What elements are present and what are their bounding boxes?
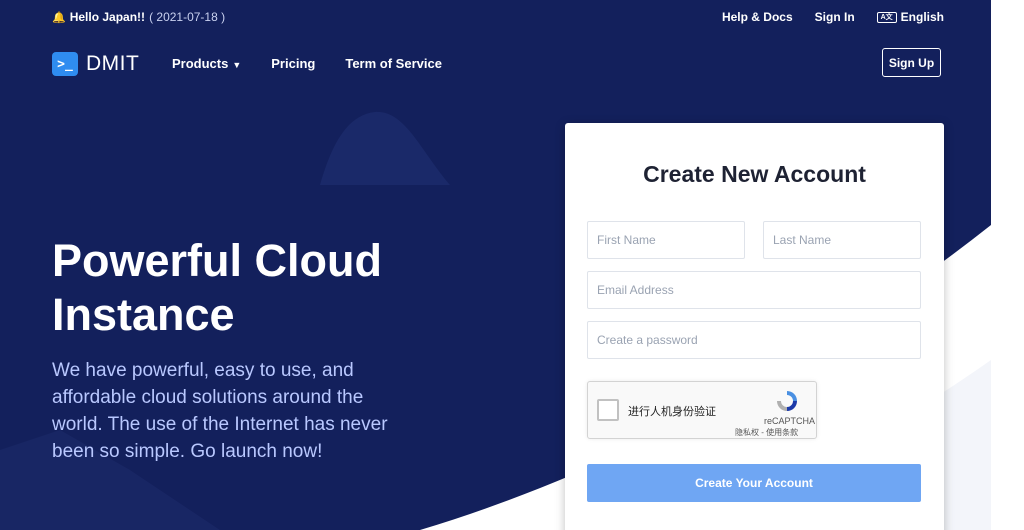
language-label: English <box>900 10 944 24</box>
nav-links: Products ▼ Pricing Term of Service <box>172 56 442 71</box>
nav-terms[interactable]: Term of Service <box>345 56 442 71</box>
recaptcha-label: 进行人机身份验证 <box>628 406 716 418</box>
announcement-text: Hello Japan!! <box>69 10 146 24</box>
announcement: 🔔 Hello Japan!! ( 2021-07-18 ) <box>52 10 225 24</box>
recaptcha-widget: 进行人机身份验证 reCAPTCHA 隐私权 - 使用条款 <box>587 381 817 439</box>
language-selector[interactable]: A文 English <box>876 10 944 24</box>
help-docs-link[interactable]: Help & Docs <box>722 10 793 24</box>
recaptcha-brand: reCAPTCHA <box>764 416 816 426</box>
hero-description: We have powerful, easy to use, and affor… <box>52 360 388 462</box>
recaptcha-icon <box>777 391 797 411</box>
sign-in-link[interactable]: Sign In <box>815 10 855 24</box>
form-title: Create New Account <box>643 161 866 187</box>
language-icon: A文 <box>876 11 897 23</box>
top-links: Help & Docs Sign In A文 English <box>722 10 944 24</box>
create-account-button[interactable]: Create Your Account <box>587 464 921 502</box>
bell-icon: 🔔 <box>52 11 66 24</box>
nav-pricing[interactable]: Pricing <box>271 56 315 71</box>
announcement-date: ( 2021-07-18 ) <box>149 10 226 24</box>
page-edge <box>991 0 1024 530</box>
chevron-down-icon: ▼ <box>232 60 242 70</box>
recaptcha-terms-link[interactable]: 隐私权 - 使用条款 <box>735 427 798 438</box>
nav-products-label: Products <box>172 56 229 71</box>
sign-up-button[interactable]: Sign Up <box>882 48 941 77</box>
hero-headline-line2: Instance <box>52 289 235 340</box>
email-field[interactable] <box>587 271 921 309</box>
password-field[interactable] <box>587 321 921 359</box>
recaptcha-checkbox[interactable] <box>597 399 619 421</box>
nav-products[interactable]: Products ▼ <box>172 56 241 71</box>
main-nav: >_ DMIT Products ▼ Pricing Term of Servic… <box>0 44 991 84</box>
hero-headline-line1: Powerful Cloud <box>52 235 382 286</box>
terminal-icon: >_ <box>52 52 78 76</box>
last-name-field[interactable] <box>763 221 921 259</box>
logo[interactable]: >_ DMIT <box>52 52 139 76</box>
first-name-field[interactable] <box>587 221 745 259</box>
signup-card: Create New Account 进行人机身份验证 reCAPTCHA 隐私… <box>565 123 944 530</box>
hero-headline: Powerful Cloud Instance <box>52 234 492 342</box>
top-bar: 🔔 Hello Japan!! ( 2021-07-18 ) Help & Do… <box>0 0 991 36</box>
logo-text: DMIT <box>86 52 140 75</box>
